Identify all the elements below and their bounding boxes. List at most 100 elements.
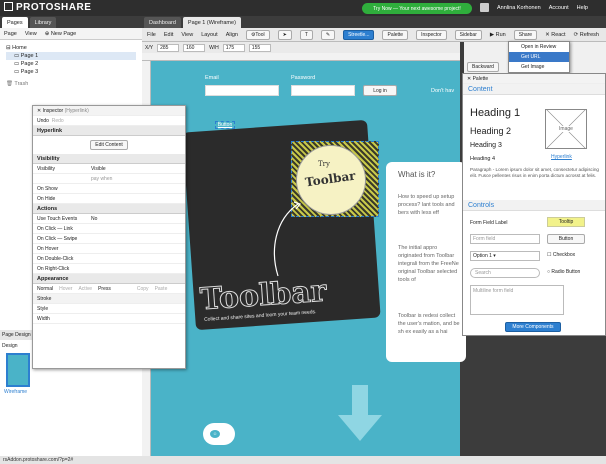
width-row[interactable]: Width	[33, 314, 185, 324]
edit-content-button[interactable]: Edit Content	[90, 140, 128, 150]
menu-open-in-review[interactable]: Open in Review	[509, 42, 569, 52]
image-component[interactable]: Image	[545, 109, 587, 149]
tree-item-home[interactable]: ⊟ Home	[6, 44, 136, 52]
h-field[interactable]: 155	[248, 43, 271, 52]
tab-page1-wireframe[interactable]: Page 1 (Wireframe)	[182, 17, 241, 28]
promo-banner[interactable]: Try Now — Your next awesome project!	[362, 3, 472, 14]
content-section-title[interactable]: Content	[463, 84, 605, 95]
tab-dashboard[interactable]: Dashboard	[144, 17, 181, 28]
tab-pages[interactable]: Pages	[2, 17, 28, 28]
paste-button[interactable]: Paste	[155, 286, 168, 292]
menu-view[interactable]: View	[181, 32, 193, 38]
on-show-row[interactable]: On Show	[33, 184, 185, 194]
avatar	[480, 3, 489, 12]
login-button[interactable]: Log in	[363, 85, 397, 96]
tab-active[interactable]: Active	[78, 286, 92, 292]
search-component[interactable]: Search	[470, 268, 540, 278]
section-actions[interactable]: Actions	[33, 204, 185, 214]
style-row[interactable]: Style	[33, 304, 185, 314]
user-name[interactable]: Annlina Korhonen	[497, 5, 541, 11]
menu-edit[interactable]: Edit	[164, 32, 173, 38]
tree-item-trash[interactable]: 🗑 Trash	[6, 80, 136, 88]
app-logo: PROTOSHARE	[4, 2, 91, 13]
hyperlink-component[interactable]: Hyperlink	[551, 154, 572, 160]
tab-normal[interactable]: Normal	[37, 286, 53, 292]
menu-align[interactable]: Align	[226, 32, 238, 38]
y-field[interactable]: 160	[183, 43, 206, 52]
radio-component[interactable]: ○ Radio Button	[547, 269, 580, 275]
email-input[interactable]	[205, 85, 279, 96]
more-components-button[interactable]: More Components	[505, 322, 561, 332]
inspector-header[interactable]: ✕ Inspector (Hyperlink)	[33, 106, 185, 116]
on-click-link-row[interactable]: On Click — Link	[33, 224, 185, 234]
tool-button[interactable]: ⚙ Tool	[245, 29, 270, 40]
backward-button[interactable]: Backward	[467, 62, 499, 72]
on-hide-row[interactable]: On Hide	[33, 194, 185, 204]
run-button[interactable]: ▶ Run	[490, 32, 506, 38]
visibility-row[interactable]: Visibility Visible	[33, 164, 185, 174]
share-button[interactable]: Share	[513, 29, 538, 40]
menu-get-image[interactable]: Get Image	[509, 62, 569, 72]
view-menu[interactable]: View	[25, 31, 37, 37]
on-click-swipe-row[interactable]: On Click — Swipe	[33, 234, 185, 244]
new-page-button[interactable]: ⊕ New Page	[45, 31, 77, 37]
tree-item-page2[interactable]: ▭ Page 2	[6, 60, 136, 68]
left-tabs: Pages Library	[0, 16, 142, 28]
button-component[interactable]: Button	[547, 234, 585, 244]
on-double-click-row[interactable]: On Double-Click	[33, 254, 185, 264]
page-menu[interactable]: Page	[4, 31, 17, 37]
form-field-component[interactable]: Form field	[470, 234, 540, 244]
stroke-row[interactable]: Stroke	[33, 294, 185, 304]
heading-3-component[interactable]: Heading 3	[470, 142, 502, 149]
page-design-header[interactable]: Page Design	[0, 330, 32, 340]
redo-button[interactable]: Redo	[52, 118, 64, 124]
pay-when-row[interactable]: pay when	[33, 174, 185, 184]
inspector-button[interactable]: Inspector	[416, 29, 447, 40]
heading-1-component[interactable]: Heading 1	[470, 107, 520, 119]
undo-button[interactable]: Undo	[37, 118, 49, 124]
menu-file[interactable]: File	[147, 32, 156, 38]
hyperlink-selected[interactable]: Button	[215, 121, 235, 129]
controls-section-title[interactable]: Controls	[463, 200, 605, 211]
checkbox-component[interactable]: ☐ Checkbox	[547, 252, 575, 258]
tree-item-page3[interactable]: ▭ Page 3	[6, 68, 136, 76]
wireframe-thumbnail[interactable]	[6, 353, 30, 387]
w-field[interactable]: 175	[222, 43, 245, 52]
paragraph-component[interactable]: Paragraph - Lorem ipsum dolor sit amet, …	[470, 167, 600, 179]
palette-button[interactable]: Palette	[382, 29, 409, 40]
account-menu[interactable]: Account	[549, 5, 569, 11]
refresh-button[interactable]: ⟳ Refresh	[574, 32, 599, 38]
tab-library[interactable]: Library	[29, 17, 57, 28]
horizontal-ruler	[142, 53, 460, 61]
form-field-label-component[interactable]: Form Field Label	[470, 220, 508, 226]
tree-item-page1[interactable]: ▭ Page 1	[6, 52, 136, 60]
x-field[interactable]: 285	[157, 43, 180, 52]
pen-icon[interactable]: ✎	[320, 29, 336, 40]
pointer-icon[interactable]: ➤	[277, 29, 292, 40]
heading-4-component[interactable]: Heading 4	[470, 156, 495, 162]
section-appearance[interactable]: Appearance	[33, 274, 185, 284]
heading-2-component[interactable]: Heading 2	[470, 126, 511, 136]
menu-layout[interactable]: Layout	[201, 32, 218, 38]
react-button[interactable]: ✕ React	[545, 32, 566, 38]
tab-press[interactable]: Press	[98, 286, 111, 292]
section-hyperlink[interactable]: Hyperlink	[33, 126, 185, 136]
on-hover-row[interactable]: On Hover	[33, 244, 185, 254]
section-visibility[interactable]: Visibility	[33, 154, 185, 164]
stencils-button[interactable]: Streetle...	[343, 29, 375, 40]
help-menu[interactable]: Help	[577, 5, 588, 11]
multiline-component[interactable]: Multiline form field	[470, 285, 564, 315]
menu-get-url[interactable]: Get URL	[509, 52, 569, 62]
copy-button[interactable]: Copy	[137, 286, 149, 292]
on-right-click-row[interactable]: On Right-Click	[33, 264, 185, 274]
touch-events-row[interactable]: Use Touch Events No	[33, 214, 185, 224]
select-component[interactable]: Option 1 ▾	[470, 251, 540, 261]
tab-hover[interactable]: Hover	[59, 286, 72, 292]
tooltip-component[interactable]: Tooltip	[547, 217, 585, 227]
card-paragraph-2: The initial appro originated from Toolba…	[398, 245, 459, 283]
palette-header[interactable]: ✕ Palette	[463, 74, 605, 84]
sidebar-button[interactable]: Sidebar	[454, 29, 482, 40]
user-menu[interactable]: Annlina Korhonen Account Help	[480, 3, 588, 12]
text-icon[interactable]: T	[299, 29, 313, 40]
password-input[interactable]	[291, 85, 355, 96]
